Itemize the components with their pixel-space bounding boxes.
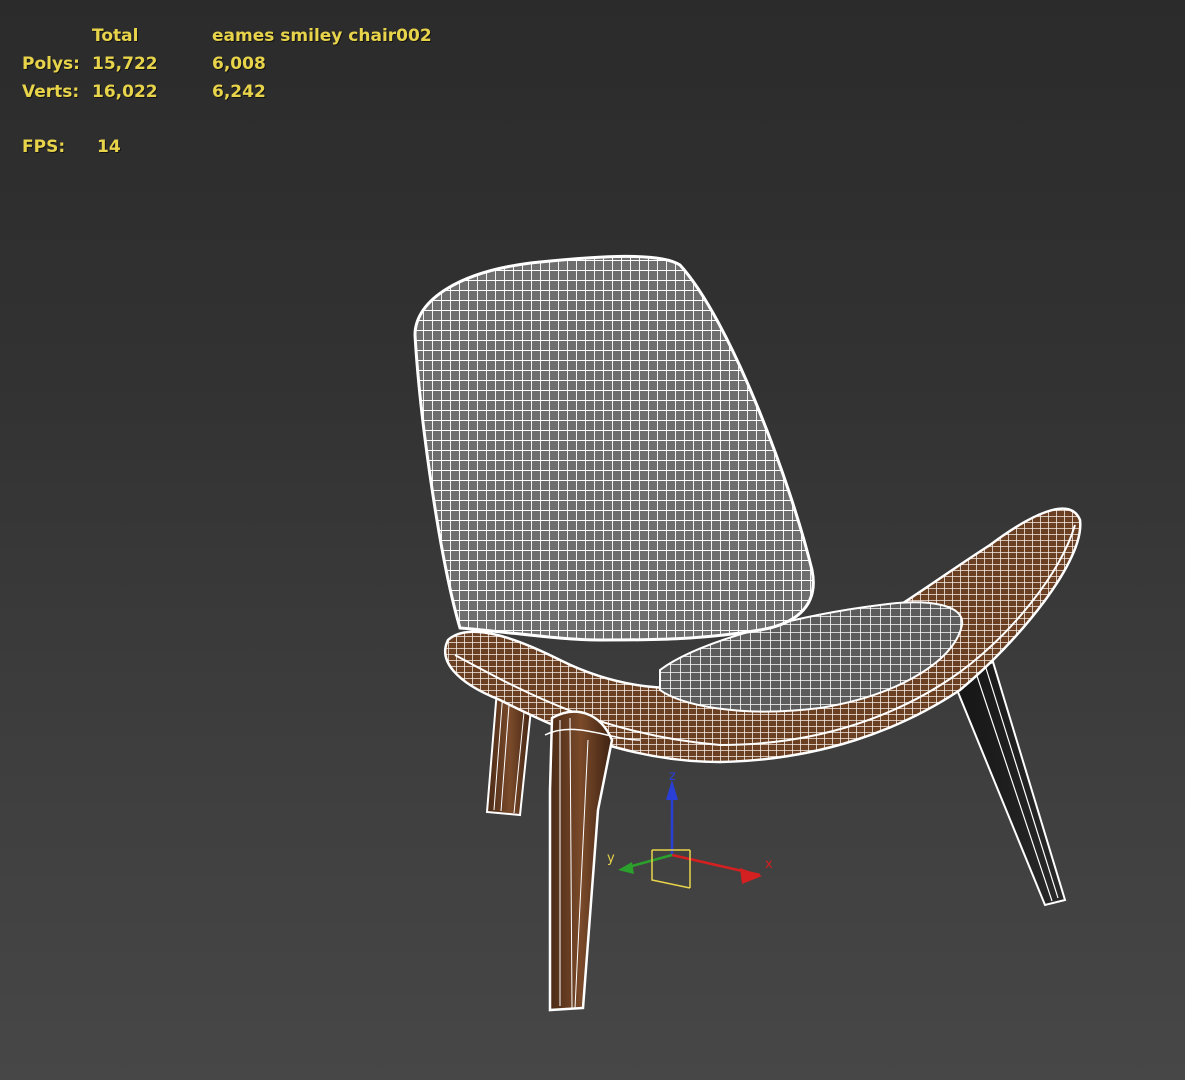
gizmo-x-arrow-icon — [740, 868, 762, 884]
chair-wireframe-render[interactable]: z x y — [0, 0, 1185, 1080]
transform-gizmo[interactable]: z x y — [607, 769, 773, 889]
gizmo-x-label: x — [765, 857, 773, 872]
gizmo-y-arrow-icon — [618, 862, 634, 874]
chair-backrest — [413, 254, 815, 642]
gizmo-y-label: y — [607, 851, 615, 866]
3d-viewport[interactable]: Total eames smiley chair002 Polys: 15,72… — [0, 0, 1185, 1080]
gizmo-z-label: z — [669, 769, 676, 784]
chair-leg-front-left — [544, 710, 641, 1012]
chair-leg-back-right — [951, 660, 1067, 907]
